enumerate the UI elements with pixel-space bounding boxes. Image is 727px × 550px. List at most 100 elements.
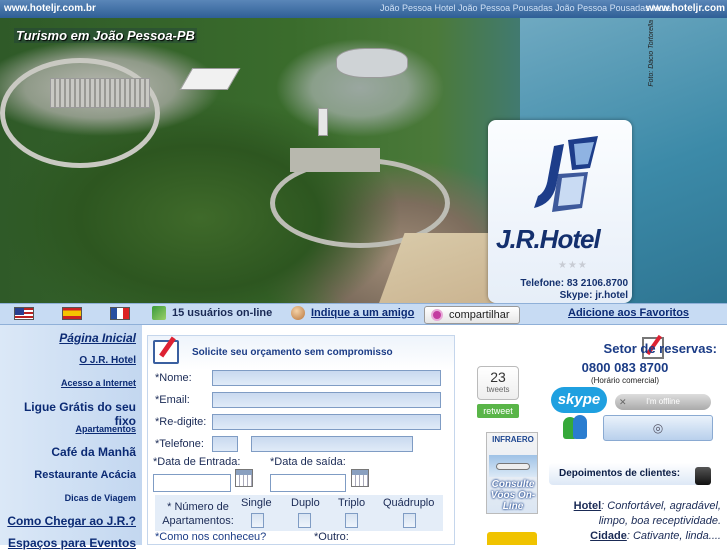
nav-espacos-eventos[interactable]: Espaços para Eventos [8, 536, 136, 550]
retweet-button[interactable]: retweet [477, 404, 519, 418]
other-label: *Outro: [314, 531, 349, 543]
phone-number-input[interactable] [251, 436, 413, 452]
quadruplo-qty-input[interactable] [403, 513, 416, 528]
quote-form: Solicite seu orçamento sem compromisso *… [147, 335, 455, 545]
testimonial-city-text: : Cativante, linda.... [626, 530, 721, 542]
toolbar: 15 usuários on-line Indique a um amigo c… [0, 303, 727, 325]
duplo-qty-input[interactable] [298, 513, 311, 528]
round-building [336, 48, 408, 78]
msn-contact-button[interactable]: ◎ [603, 415, 713, 441]
name-label: *Nome: [155, 372, 192, 384]
bottom-badge [487, 532, 537, 545]
users-online: 15 usuários on-line [152, 306, 272, 320]
nav-restaurante[interactable]: Restaurante Acácia [34, 469, 136, 481]
skype-logo-icon[interactable]: skype [551, 387, 607, 413]
infraero-title: INFRAERO [492, 435, 534, 444]
phone-label: *Telefone: [155, 438, 204, 450]
nav-cafe-da-manha[interactable]: Café da Manhã [51, 445, 136, 459]
monument [318, 108, 328, 136]
recommend-friend-link[interactable]: Indique a um amigo [291, 306, 414, 320]
nav-apartamentos[interactable]: Apartamentos [75, 424, 136, 434]
tweet-counter: 23 tweets [477, 366, 519, 400]
road-curve [0, 58, 160, 168]
testimonial-hotel-text: : Confortável, agradável, limpo, boa rec… [598, 500, 721, 527]
white-building [179, 68, 241, 90]
quote-form-title: Solicite seu orçamento sem compromisso [192, 347, 393, 358]
share-button[interactable]: compartilhar [424, 306, 520, 324]
email-input[interactable] [212, 392, 441, 408]
nav-o-jr-hotel[interactable]: O J.R. Hotel [79, 355, 136, 366]
parking-lot [50, 78, 150, 108]
hotel-contact: Telefone: 83 2106.8700 Skype: jr.hotel [498, 278, 628, 302]
email-label: *Email: [155, 394, 190, 406]
checkin-calendar-icon[interactable] [235, 469, 253, 487]
name-input[interactable] [212, 370, 441, 386]
flag-english-icon[interactable] [14, 307, 34, 320]
tweet-count-label: tweets [486, 385, 510, 394]
user-icon: ◎ [652, 421, 664, 435]
reservations-panel: Setor de reservas: 0800 083 8700 (Horári… [547, 335, 727, 545]
phone-ddd-input[interactable] [212, 436, 238, 452]
checkin-label: *Data de Entrada: [153, 456, 241, 468]
testimonial-hotel-key: Hotel [573, 500, 602, 512]
hotel-stars-icon: ★★★ [558, 260, 588, 271]
testimonials-text: Hotel: Confortável, agradável, limpo, bo… [547, 499, 721, 544]
checkin-input[interactable] [153, 474, 231, 492]
share-label: compartilhar [449, 309, 510, 321]
users-online-icon [152, 306, 166, 320]
hotel-phone: Telefone: 83 2106.8700 [520, 278, 628, 289]
triplo-qty-input[interactable] [345, 513, 358, 528]
site-url-right: www.hoteljr.com [645, 3, 725, 14]
checkout-label: *Data de saída: [270, 456, 346, 468]
testimonial-city-key: Cidade [590, 530, 627, 542]
flag-spanish-icon[interactable] [62, 307, 82, 320]
airplane-icon [489, 455, 537, 477]
tweet-count: 23 [490, 369, 506, 385]
nav-pagina-inicial[interactable]: Página Inicial [59, 331, 136, 345]
rooms-label: * Número de Apartamentos: [162, 501, 234, 527]
rooms-box: * Número de Apartamentos: Single Duplo T… [155, 495, 443, 531]
email-confirm-label: *Re-digite: [155, 416, 207, 428]
keywords-marquee: João Pessoa Hotel João Pessoa Pousadas J… [380, 3, 674, 13]
reservations-hours: (Horário comercial) [590, 376, 659, 385]
single-qty-input[interactable] [251, 513, 264, 528]
hotel-skype: Skype: jr.hotel [559, 290, 628, 301]
hotel-logo-text: J.R.Hotel [496, 224, 601, 254]
hotel-logo-card: J.R.Hotel ★★★ Telefone: 83 2106.8700 Sky… [488, 120, 632, 303]
how-found-us-link[interactable]: *Como nos conheceu? [155, 531, 266, 543]
quote-form-header: Solicite seu orçamento sem compromisso [148, 336, 454, 370]
checkout-input[interactable] [270, 474, 346, 492]
infraero-flights-banner[interactable]: INFRAERO Consulte Vôos On-Line [486, 432, 538, 514]
users-online-label: 15 usuários on-line [172, 306, 273, 319]
checkout-calendar-icon[interactable] [351, 469, 369, 487]
reservations-phone: 0800 083 8700 [581, 360, 669, 375]
site-url: www.hoteljr.com.br [4, 3, 96, 14]
nav-acesso-internet[interactable]: Acesso a Internet [61, 378, 136, 388]
nav-como-chegar[interactable]: Como Chegar ao J.R.? [7, 514, 136, 528]
room-type-duplo: Duplo [291, 497, 320, 509]
testimonial-phone-icon [695, 467, 711, 485]
banner-photo: Turismo em João Pessoa-PB Foto: Dácio To… [0, 18, 727, 303]
room-type-single: Single [241, 497, 272, 509]
room-type-triplo: Triplo [338, 497, 366, 509]
reservations-title: Setor de reservas: [603, 341, 717, 356]
form-edit-icon [153, 340, 179, 364]
plaza [290, 148, 380, 172]
share-icon [431, 309, 443, 322]
msn-icon [561, 415, 589, 441]
add-favorites-link[interactable]: Adicione aos Favoritos [568, 307, 689, 319]
flag-french-icon[interactable] [110, 307, 130, 320]
recommend-friend-label: Indique a um amigo [311, 306, 415, 319]
nav-dicas-viagem[interactable]: Dicas de Viagem [65, 493, 136, 503]
skype-status-badge[interactable]: I'm offline [615, 394, 711, 410]
top-bar: www.hoteljr.com.br João Pessoa Hotel Joã… [0, 0, 727, 18]
photo-credit: Foto: Dácio Tortorella [648, 20, 655, 87]
hotel-logo-mark [534, 136, 598, 212]
infraero-flights-text: Consulte Vôos On-Line [490, 479, 536, 512]
room-type-quadruplo: Quádruplo [383, 497, 435, 509]
friend-icon [291, 306, 305, 320]
testimonials-title: Depoimentos de clientes: [549, 463, 709, 485]
email-confirm-input[interactable] [212, 414, 441, 430]
banner-title: Turismo em João Pessoa-PB [14, 28, 197, 43]
left-nav: Página Inicial O J.R. Hotel Acesso a Int… [0, 325, 142, 550]
